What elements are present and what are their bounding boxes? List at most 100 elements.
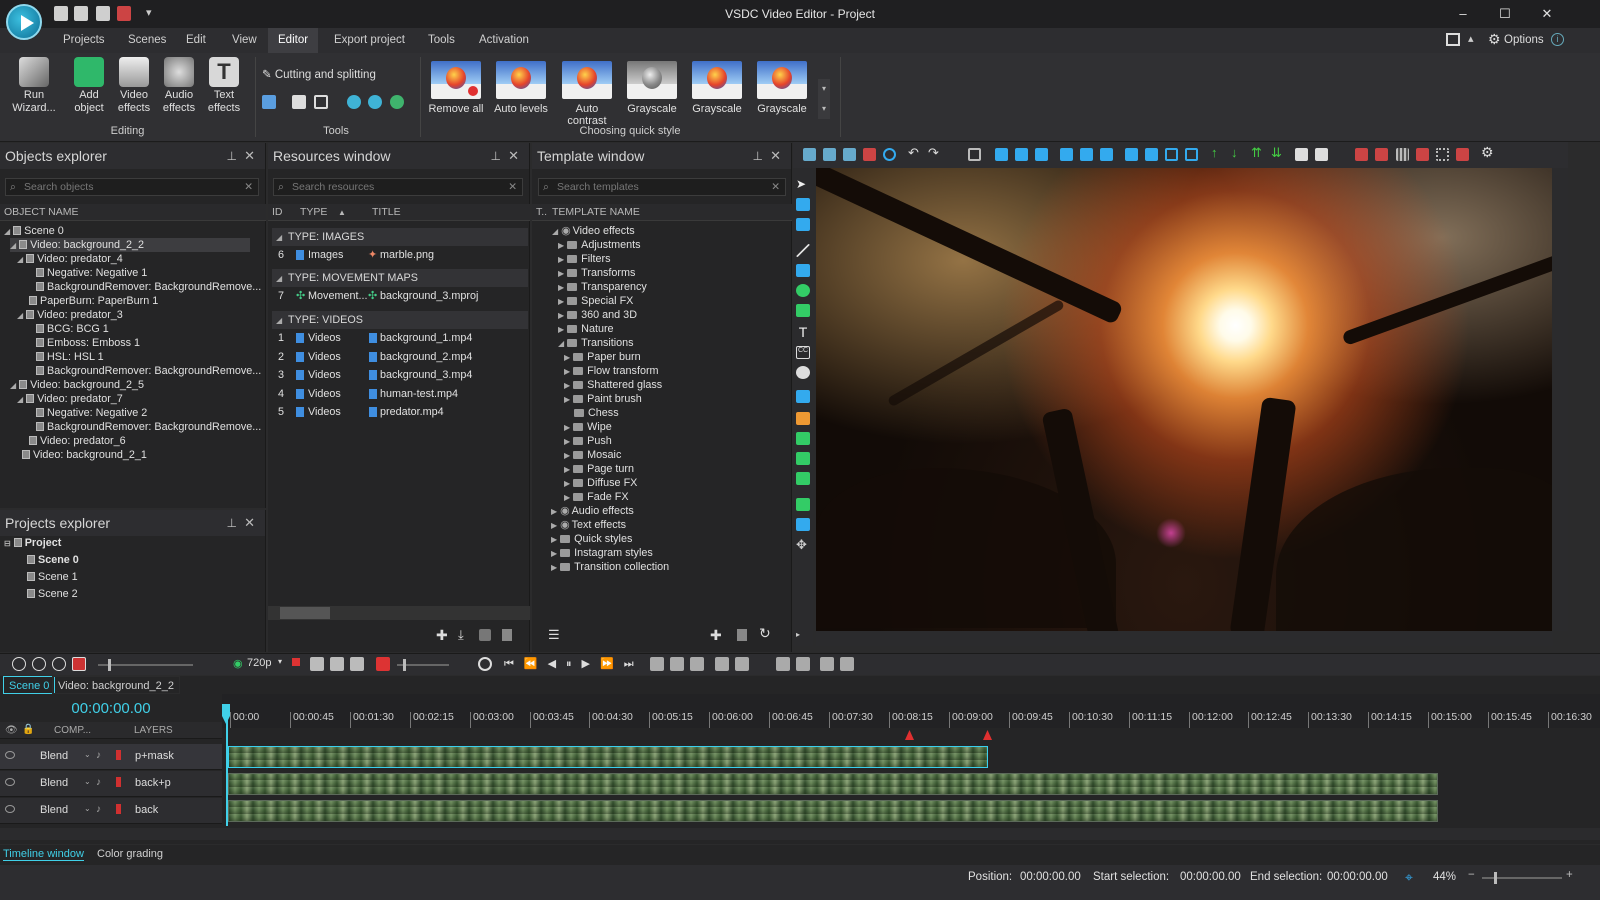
redo-icon[interactable]: ↷	[928, 145, 941, 160]
expand-icon[interactable]: ▶	[551, 563, 557, 572]
column-id[interactable]: ID	[272, 204, 283, 221]
scene-item[interactable]: Scene 2	[27, 587, 78, 601]
cut-timeline-icon[interactable]	[310, 657, 324, 671]
resource-row[interactable]: 2 Videos background_2.mp4	[278, 350, 528, 364]
menu-view[interactable]: View	[222, 28, 267, 53]
menu-scenes[interactable]: Scenes	[118, 28, 176, 53]
audio-icon[interactable]: ♪	[96, 804, 101, 815]
ungroup-icon[interactable]	[1315, 148, 1328, 161]
safe-area-icon[interactable]	[1436, 148, 1449, 161]
template-item[interactable]: ▶ Page turn	[564, 462, 634, 476]
resource-row[interactable]: 5 Videos predator.mp4	[278, 405, 528, 419]
options-button[interactable]: Options	[1504, 34, 1544, 46]
template-item[interactable]: ▶ Transforms	[558, 266, 635, 280]
quick-style-grayscale-1[interactable]: Grayscale	[624, 61, 680, 115]
resource-group-movement-maps[interactable]: ◢ TYPE: MOVEMENT MAPS	[272, 269, 528, 287]
pointer-icon[interactable]: ➤	[796, 178, 810, 191]
blend-mode-select[interactable]: Blend	[40, 750, 68, 762]
record-icon[interactable]	[72, 657, 86, 671]
go-end-icon[interactable]	[735, 657, 749, 671]
objects-search-input[interactable]: ⌕ Search objects ✕	[5, 178, 259, 196]
clear-icon[interactable]: ✕	[771, 179, 780, 195]
template-item[interactable]: ▶ Paper burn	[564, 350, 641, 364]
layout-icon[interactable]	[1446, 33, 1460, 46]
template-item[interactable]: ▶ Push	[564, 434, 612, 448]
delete-template-icon[interactable]	[737, 629, 747, 641]
marker-icon[interactable]	[650, 657, 664, 671]
zoom-out-icon[interactable]	[32, 657, 46, 671]
zoom-slider[interactable]	[98, 659, 193, 671]
line-tool-icon[interactable]	[796, 244, 810, 257]
expand-icon[interactable]: ▶	[564, 479, 570, 488]
template-item[interactable]: ▶ Quick styles	[551, 532, 632, 546]
repeat-icon[interactable]	[350, 657, 364, 671]
expand-icon[interactable]: ▶	[558, 311, 564, 320]
expand-icon[interactable]: ▶	[558, 283, 564, 292]
resources-search-input[interactable]: ⌕ Search resources ✕	[273, 178, 523, 196]
bring-to-front-icon[interactable]: ⇈	[1251, 145, 1264, 160]
expand-icon[interactable]: ▶	[564, 437, 570, 446]
audio-icon[interactable]: ♪	[96, 777, 101, 788]
scene-item[interactable]: Scene 0	[27, 553, 79, 567]
image-object-tool-icon[interactable]	[796, 218, 810, 231]
menu-projects[interactable]: Projects	[53, 28, 115, 53]
eye-icon[interactable]	[5, 805, 15, 813]
expand-icon[interactable]: ▶	[564, 381, 570, 390]
audio-icon[interactable]: ♪	[96, 750, 101, 761]
tree-item[interactable]: Emboss: Emboss 1	[36, 336, 140, 350]
align-center-icon[interactable]	[1015, 148, 1028, 161]
object-name-column-header[interactable]: OBJECT NAME	[0, 204, 266, 221]
expand-icon[interactable]: ▶	[558, 269, 564, 278]
ellipse-tool-icon[interactable]	[796, 284, 810, 297]
same-height-icon[interactable]	[1185, 148, 1198, 161]
clear-icon[interactable]: ✕	[244, 179, 253, 195]
tree-item[interactable]: ◢ Video: predator_7	[17, 392, 123, 406]
tree-item[interactable]: Video: background_2_1	[22, 448, 147, 462]
add-object-button[interactable]: Add object	[66, 57, 112, 115]
tree-item[interactable]: Video: predator_6	[29, 434, 126, 448]
align-bottom-icon[interactable]	[1100, 148, 1113, 161]
template-item[interactable]: ▶ Paint brush	[564, 392, 642, 406]
link-clip-icon[interactable]	[820, 657, 834, 671]
tab-color-grading[interactable]: Color grading	[97, 848, 163, 860]
pin-icon[interactable]: ⊥	[491, 143, 501, 169]
template-item[interactable]: ▶ Fade FX	[564, 490, 629, 504]
resource-row[interactable]: 7 ✣ Movement... ✣ background_3.mproj	[278, 289, 528, 303]
resource-group-images[interactable]: ◢ TYPE: IMAGES	[272, 228, 528, 246]
zoom-fit-icon[interactable]	[52, 657, 66, 671]
collapse-icon[interactable]: ◢	[17, 311, 23, 320]
pin-icon[interactable]: ⊥	[227, 510, 237, 536]
template-item[interactable]: ◢ Transitions	[558, 336, 634, 350]
template-item[interactable]: ▶ Nature	[558, 322, 614, 336]
select-all-icon[interactable]	[968, 148, 981, 161]
layers-column[interactable]: LAYERS	[134, 725, 173, 736]
video-object-tool-icon[interactable]	[796, 198, 810, 211]
align-middle-icon[interactable]	[1080, 148, 1093, 161]
collapse-icon[interactable]: ◢	[17, 255, 23, 264]
distribute-v-icon[interactable]	[1145, 148, 1158, 161]
move-tool-icon[interactable]: ✥	[796, 538, 810, 551]
clear-icon[interactable]: ✕	[508, 179, 517, 195]
text-effects-button[interactable]: T Text effects	[202, 57, 246, 115]
expand-tools-icon[interactable]: ▸	[796, 630, 810, 643]
collapse-icon[interactable]: ◢	[276, 316, 282, 325]
tab-scene-0[interactable]: Scene 0	[3, 676, 56, 694]
rectangle-tool-icon[interactable]	[796, 264, 810, 277]
tab-video-background[interactable]: Video: background_2_2	[52, 676, 181, 694]
eye-icon[interactable]	[5, 778, 15, 786]
cutting-splitting-button[interactable]: ✎ Cutting and splitting	[262, 67, 376, 81]
template-item[interactable]: ▶ Instagram styles	[551, 546, 653, 560]
chevron-down-icon[interactable]: ▾	[278, 657, 282, 666]
add-resource-icon[interactable]: ✚	[436, 627, 448, 644]
resource-row[interactable]: 4 Videos human-test.mp4	[278, 387, 528, 401]
copy-icon[interactable]	[823, 148, 836, 161]
collapse-icon[interactable]: ◢	[552, 227, 558, 236]
go-start-icon[interactable]	[715, 657, 729, 671]
menu-activation[interactable]: Activation	[469, 28, 539, 53]
sprite-tool-icon[interactable]	[796, 412, 810, 425]
tree-item[interactable]: BCG: BCG 1	[36, 322, 109, 336]
zoom-in-icon[interactable]	[12, 657, 26, 671]
resolution-select[interactable]: 720p	[247, 657, 271, 669]
delete-icon[interactable]	[863, 148, 876, 161]
quick-style-auto-levels[interactable]: Auto levels	[493, 61, 549, 115]
